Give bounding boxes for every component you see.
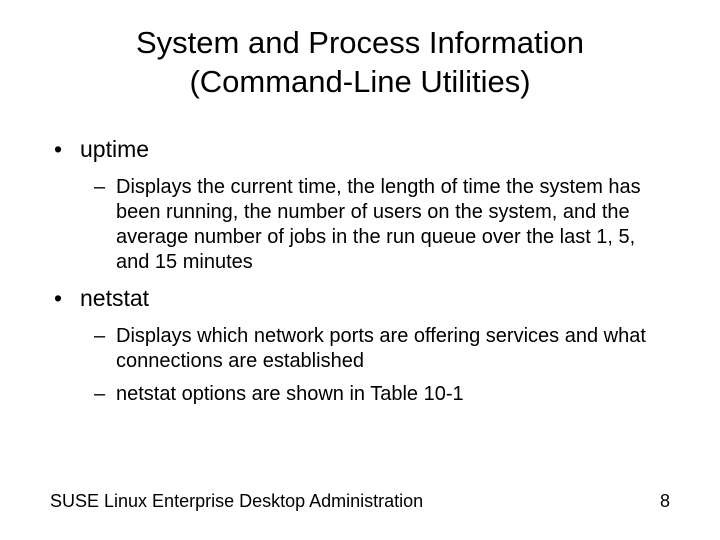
bullet-marker-l2: – xyxy=(94,175,116,275)
bullet-marker-l1: • xyxy=(52,134,80,165)
footer-left: SUSE Linux Enterprise Desktop Administra… xyxy=(50,491,423,512)
slide-footer: SUSE Linux Enterprise Desktop Administra… xyxy=(50,491,670,512)
bullet-level2: – Displays the current time, the length … xyxy=(94,175,670,275)
bullet-text: Displays the current time, the length of… xyxy=(116,175,670,275)
slide: System and Process Information (Command-… xyxy=(0,0,720,540)
bullet-text: Displays which network ports are offerin… xyxy=(116,324,670,374)
bullet-level1: • netstat xyxy=(52,283,670,314)
page-number: 8 xyxy=(660,491,670,512)
bullet-text: netstat options are shown in Table 10-1 xyxy=(116,382,670,407)
slide-title: System and Process Information (Command-… xyxy=(50,24,670,102)
bullet-level1: • uptime xyxy=(52,134,670,165)
bullet-marker-l2: – xyxy=(94,382,116,407)
slide-content: • uptime – Displays the current time, th… xyxy=(50,134,670,407)
bullet-text: uptime xyxy=(80,134,670,165)
bullet-text: netstat xyxy=(80,283,670,314)
bullet-marker-l1: • xyxy=(52,283,80,314)
bullet-level2: – Displays which network ports are offer… xyxy=(94,324,670,374)
bullet-level2: – netstat options are shown in Table 10-… xyxy=(94,382,670,407)
bullet-marker-l2: – xyxy=(94,324,116,374)
